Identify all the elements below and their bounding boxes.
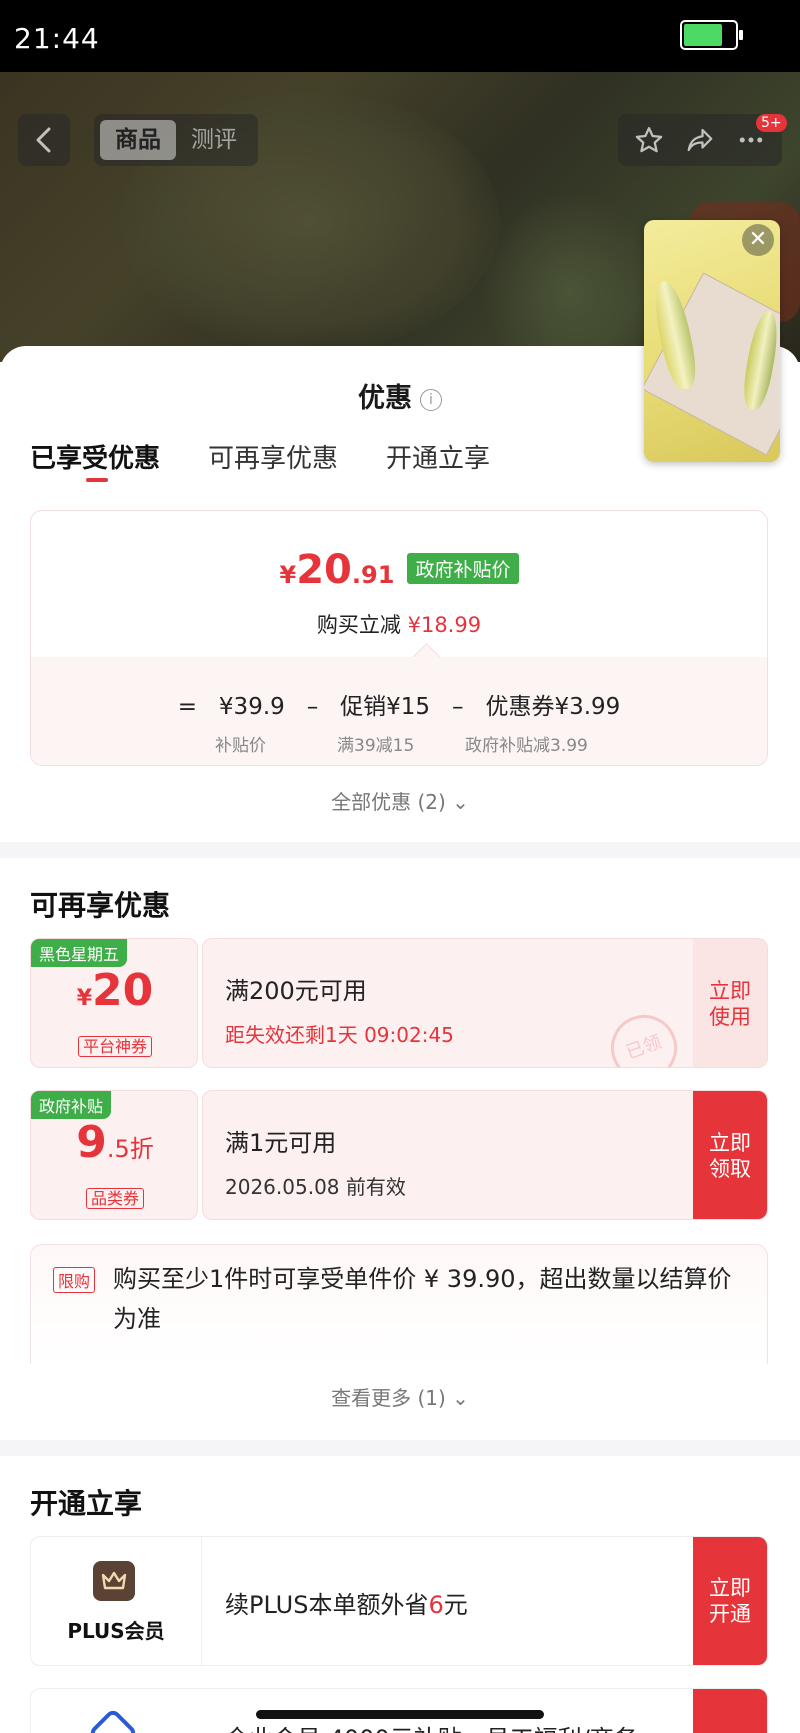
coupon-corner-tag: 政府补贴 — [31, 1091, 112, 1119]
claim-now-label: 立即 领取 — [709, 1131, 751, 1181]
discount-decimal: .5折 — [106, 1135, 154, 1163]
enjoyed-price-card: ¥20.91 政府补贴价 购买立减 ¥18.99 = ¥39.9 – 促销¥15… — [30, 510, 768, 766]
discount-integer: 9 — [76, 1117, 107, 1168]
coupon-discount: 优惠券¥3.99 — [485, 694, 621, 720]
coupon-amount: 9.5折 — [31, 1117, 199, 1168]
saving-label: 购买立减 — [316, 613, 401, 637]
use-now-label: 立即 使用 — [709, 979, 751, 1029]
floating-video-window[interactable]: ✕ — [644, 220, 780, 462]
discount-sheet: 优惠 i 已享受优惠 可再享优惠 开通立享 ¥20.91 政府补贴价 购买立减 ¥… — [0, 346, 800, 1733]
price-formula: = ¥39.9 – 促销¥15 – 优惠券¥3.99 — [31, 687, 767, 721]
info-icon[interactable]: i — [420, 388, 442, 411]
purchase-limit-notice: 限购 购买至少1件时可享受单件价 ¥ 39.90，超出数量以结算价为准 — [30, 1244, 768, 1364]
gov-subsidy-tag: 政府补贴价 — [407, 553, 519, 584]
promo-caption: 满39减15 — [337, 736, 415, 756]
all-discounts-label: 全部优惠 (2) — [331, 790, 446, 814]
close-icon[interactable]: ✕ — [742, 224, 774, 256]
base-price: ¥39.9 — [218, 694, 285, 720]
price-integer: 20 — [296, 547, 352, 593]
claimed-stamp-icon: 已领 — [601, 1005, 687, 1067]
view-more-label: 查看更多 (1) — [331, 1386, 446, 1410]
sheet-title-text: 优惠 — [358, 383, 412, 414]
plus-description: 续PLUS本单额外省6元 — [225, 1585, 468, 1620]
coupon-condition: 满1元可用 — [225, 1129, 337, 1157]
back-button[interactable] — [18, 114, 70, 166]
sheet-tabs: 已享受优惠 可再享优惠 开通立享 — [30, 438, 538, 482]
plus-logo-area: PLUS会员 — [31, 1537, 202, 1665]
coupon-condition: 满200元可用 — [225, 977, 367, 1005]
available-section-title: 可再享优惠 — [30, 889, 171, 922]
plus-desc-unit: 元 — [443, 1591, 468, 1619]
currency-symbol: ¥ — [76, 986, 93, 1011]
tab-enjoyed[interactable]: 已享受优惠 — [30, 438, 160, 482]
chevron-down-icon: ⌄ — [452, 1386, 469, 1410]
share-icon[interactable] — [685, 125, 715, 155]
minus-sign: – — [306, 694, 319, 720]
coupon-detail-area: 满200元可用 距失效还剩1天 09:02:45 已领 立即 使用 — [202, 938, 768, 1068]
home-indicator[interactable] — [256, 1710, 544, 1719]
plus-desc-text: 续PLUS本单额外省 — [225, 1591, 429, 1619]
promo-discount: 促销¥15 — [340, 694, 431, 720]
coupon-card-platform: 黑色星期五 ¥20 平台神券 满200元可用 距失效还剩1天 09:02:45 … — [30, 938, 768, 1068]
currency-symbol: ¥ — [279, 561, 297, 589]
instant-saving: 购买立减 ¥18.99 — [31, 609, 767, 639]
plus-label: PLUS会员 — [67, 1619, 165, 1643]
status-time: 21:44 — [14, 22, 100, 55]
saving-value: ¥18.99 — [407, 613, 482, 637]
view-more-toggle[interactable]: 查看更多 (1) ⌄ — [0, 1382, 800, 1411]
battery-icon — [680, 20, 743, 50]
coupon-countdown: 距失效还剩1天 09:02:45 — [225, 1023, 454, 1047]
open-section-title: 开通立享 — [30, 1487, 143, 1520]
star-icon[interactable] — [634, 125, 664, 155]
plus-save-amount: 6 — [428, 1591, 444, 1619]
limit-text: 购买至少1件时可享受单件价 ¥ 39.90，超出数量以结算价为准 — [113, 1265, 732, 1333]
open-enterprise-button[interactable] — [693, 1689, 767, 1733]
enterprise-logo-icon — [87, 1707, 139, 1733]
open-plus-label: 立即 开通 — [709, 1576, 751, 1626]
coupon-expiry: 2026.05.08 前有效 — [225, 1175, 406, 1199]
status-bar: 21:44 — [0, 0, 800, 72]
coupon-type: 平台神券 — [31, 1033, 199, 1057]
tab-product[interactable]: 商品 — [100, 120, 176, 160]
all-discounts-toggle[interactable]: 全部优惠 (2) ⌄ — [0, 786, 800, 815]
limit-tag: 限购 — [53, 1267, 96, 1293]
tab-available[interactable]: 可再享优惠 — [208, 438, 338, 475]
coupon-value-area: 黑色星期五 ¥20 平台神券 — [30, 938, 198, 1068]
tab-open-member[interactable]: 开通立享 — [386, 438, 490, 475]
open-plus-button[interactable]: 立即 开通 — [693, 1537, 767, 1665]
coupon-type-label: 平台神券 — [77, 1036, 152, 1057]
coupon-type: 品类券 — [31, 1185, 199, 1209]
enterprise-description: 企业会员 4000元补贴，员工福利/商务 — [225, 1719, 638, 1733]
product-review-switch: 商品 测评 — [94, 114, 258, 166]
back-arrow-icon — [36, 127, 51, 153]
tab-review[interactable]: 测评 — [176, 120, 252, 160]
coupon-amount: ¥20 — [31, 965, 199, 1016]
chevron-down-icon: ⌄ — [452, 790, 469, 814]
crown-icon — [93, 1561, 135, 1601]
use-now-button[interactable]: 立即 使用 — [693, 939, 767, 1067]
coupon-detail-area: 满1元可用 2026.05.08 前有效 立即 领取 — [202, 1090, 768, 1220]
minus-sign: – — [452, 694, 464, 720]
equals-sign: = — [177, 694, 197, 720]
coupon-amount-value: 20 — [92, 965, 154, 1016]
coupon-corner-tag: 黑色星期五 — [31, 939, 128, 967]
price-decimal: .91 — [351, 561, 395, 589]
plus-member-card: PLUS会员 续PLUS本单额外省6元 立即 开通 — [30, 1536, 768, 1666]
section-divider — [0, 842, 800, 858]
section-divider — [0, 1440, 800, 1456]
final-price: ¥20.91 政府补贴价 — [31, 547, 767, 593]
coupon-type-label: 品类券 — [85, 1188, 144, 1209]
coupon-value-area: 政府补贴 9.5折 品类券 — [30, 1090, 198, 1220]
message-badge: 5+ — [756, 114, 787, 132]
coupon-caption: 政府补贴减3.99 — [465, 736, 588, 756]
base-price-caption: 补贴价 — [215, 736, 266, 756]
claim-now-button[interactable]: 立即 领取 — [693, 1091, 767, 1219]
coupon-card-category: 政府补贴 9.5折 品类券 满1元可用 2026.05.08 前有效 立即 领取 — [30, 1090, 768, 1220]
